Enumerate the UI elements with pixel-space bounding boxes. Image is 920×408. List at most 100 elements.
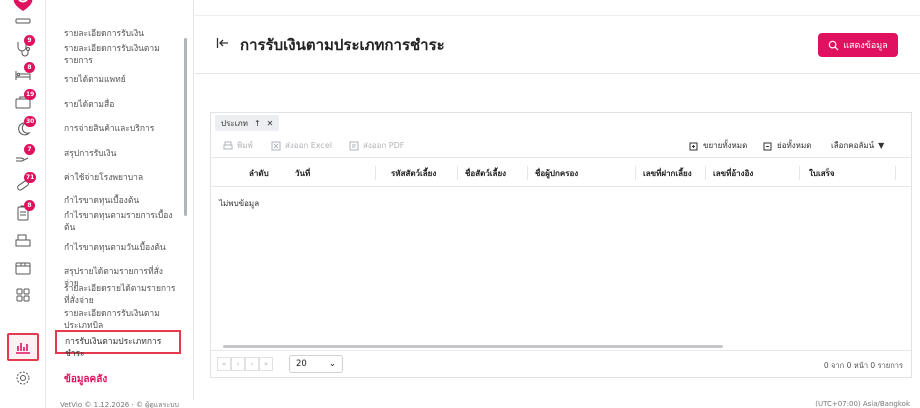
export-excel-label: ส่งออก Excel	[285, 141, 332, 150]
column-header-receipt[interactable]: ใบเสร็จ	[809, 158, 835, 188]
data-grid: ประเภท ↑ ✕ พิมพ์ ส่งออก Excel ส่งออก PDF…	[210, 112, 912, 378]
submenu-item[interactable]: รายละเอียดการรับเงินตามประเภทบิล	[64, 308, 176, 332]
collapse-all-label: ย่อทั้งหมด	[777, 141, 812, 150]
rail-item-bed[interactable]: 8	[8, 62, 38, 88]
rail-item-report-chart[interactable]	[7, 333, 39, 361]
expand-all-button[interactable]: ขยายทั้งหมด	[689, 139, 747, 152]
notification-badge: 9	[24, 35, 35, 46]
app-version: VetVio © 1.12.2026 · © ผู้ดูแลระบบ	[60, 401, 179, 408]
submenu-item[interactable]: ค่าใช้จ่ายโรงพยาบาล	[64, 172, 176, 184]
submenu-item[interactable]: กำไรขาดทุนตามรายการเบื้องต้น	[64, 210, 176, 234]
table-header: ลำดับ วันที่ รหัสสัตว์เลี้ยง ชื่อสัตว์เล…	[211, 157, 911, 187]
choose-columns-label: เลือกคอลัมน์	[831, 141, 875, 150]
notification-badge: 7	[24, 144, 35, 155]
column-divider	[635, 166, 636, 180]
export-pdf-label: ส่งออก PDF	[363, 141, 405, 150]
rail-item-hand[interactable]: 7	[8, 144, 38, 170]
horizontal-scrollbar[interactable]	[223, 345, 723, 348]
column-header-index[interactable]: ลำดับ	[249, 158, 269, 188]
export-pdf-button[interactable]: ส่งออก PDF	[349, 139, 404, 152]
submenu-item[interactable]: สรุปการรับเงิน	[64, 148, 176, 160]
column-divider	[457, 166, 458, 180]
column-divider	[527, 166, 528, 180]
notification-badge: 71	[24, 172, 37, 183]
excel-icon	[271, 141, 281, 150]
page-info: 0 จาก 0 หน้า 0 รายการ	[823, 361, 903, 370]
notification-badge: 8	[24, 62, 35, 73]
empty-state-message: ไม่พบข้อมูล	[219, 199, 260, 208]
pagination-bar: « ‹ › » 20 ⌄ 0 จาก 0 หน้า 0 รายการ	[210, 350, 912, 378]
page-size-value: 20	[296, 359, 307, 369]
tooth-icon	[15, 18, 31, 24]
prev-page-icon[interactable]: ‹	[231, 357, 245, 371]
show-data-button[interactable]: แสดงข้อมูล	[818, 33, 898, 57]
submenu-item[interactable]: รายได้ตามสื่อ	[64, 99, 176, 111]
submenu-item[interactable]: การจ่ายสินค้าและบริการ	[64, 123, 176, 135]
box-icon	[15, 262, 31, 275]
collapse-icon	[763, 142, 772, 150]
column-header-pet-code[interactable]: รหัสสัตว์เลี้ยง	[391, 158, 436, 188]
icon-rail: 9 8 19 30 7 71 8	[0, 0, 46, 408]
menu-section-title[interactable]: ข้อมูลคลัง	[64, 372, 107, 387]
submenu-item[interactable]: รายละเอียดการรับเงิน	[64, 28, 176, 40]
notification-badge: 30	[24, 116, 37, 127]
column-header-date[interactable]: วันที่	[295, 158, 310, 188]
page-title: การรับเงินตามประเภทการชำระ	[240, 36, 445, 54]
status-bar: VetVio © 1.12.2026 · © ผู้ดูแลระบบ (UTC+…	[46, 400, 920, 408]
rail-item-register[interactable]	[8, 227, 38, 253]
submenu-item[interactable]: กำไรขาดทุนตามวันเบื้องต้น	[64, 242, 176, 254]
choose-columns-button[interactable]: เลือกคอลัมน์ ▼	[831, 139, 884, 152]
submenu-item[interactable]: กำไรขาดทุนเบื้องต้น	[64, 195, 176, 207]
register-icon	[15, 234, 31, 247]
last-page-icon[interactable]: »	[259, 357, 273, 371]
caret-down-icon: ▼	[878, 141, 885, 150]
rail-item-briefcase[interactable]: 19	[8, 89, 38, 115]
report-submenu: รายละเอียดการรับเงินรายละเอียดการรับเงิน…	[46, 0, 194, 408]
submenu-item[interactable]: รายได้ตามแพทย์	[64, 74, 176, 86]
rail-item-grid[interactable]	[8, 282, 38, 308]
print-button[interactable]: พิมพ์	[223, 139, 253, 152]
sort-ascending-icon[interactable]: ↑	[254, 119, 261, 128]
group-chip-type[interactable]: ประเภท ↑ ✕	[215, 115, 280, 131]
remove-group-icon[interactable]: ✕	[267, 119, 274, 128]
pdf-icon	[349, 141, 359, 150]
column-divider	[799, 166, 800, 180]
print-label: พิมพ์	[237, 141, 253, 150]
grid-toolbar: พิมพ์ ส่งออก Excel ส่งออก PDF ขยายทั้งหม…	[211, 135, 911, 157]
column-header-reference-no[interactable]: เลขที่อ้างอิง	[713, 158, 753, 188]
notification-badge: 19	[24, 89, 37, 100]
rail-item-tooth[interactable]	[8, 8, 38, 34]
page-size-select[interactable]: 20 ⌄	[289, 355, 343, 373]
rail-item-moon[interactable]: 30	[8, 116, 38, 142]
rail-item-pill[interactable]: 71	[8, 172, 38, 198]
export-excel-button[interactable]: ส่งออก Excel	[271, 139, 332, 152]
next-page-icon[interactable]: ›	[245, 357, 259, 371]
rail-item-box[interactable]	[8, 254, 38, 280]
rail-item-clipboard[interactable]: 8	[8, 200, 38, 226]
chevron-down-icon: ⌄	[328, 359, 336, 369]
report-chart-icon	[16, 343, 30, 354]
group-panel: ประเภท ↑ ✕	[211, 113, 911, 133]
main-panel: การรับเงินตามประเภทการชำระ แสดงข้อมูล ปร…	[194, 16, 920, 408]
notification-badge: 8	[24, 200, 35, 211]
collapse-all-button[interactable]: ย่อทั้งหมด	[763, 139, 811, 152]
group-chip-label: ประเภท	[221, 118, 248, 128]
submenu-item[interactable]: การรับเงินตามประเภทการชำระ	[55, 330, 181, 359]
rail-item-stethoscope[interactable]: 9	[8, 35, 38, 61]
first-page-icon[interactable]: «	[217, 357, 231, 371]
grid-icon	[16, 288, 30, 302]
pager-buttons: « ‹ › »	[217, 357, 273, 371]
submenu-scrollbar[interactable]	[184, 38, 187, 216]
top-bar	[194, 0, 920, 16]
submenu-item[interactable]: รายละเอียดรายได้ตามรายการที่สั่งจ่าย	[64, 283, 176, 307]
page-header: การรับเงินตามประเภทการชำระ แสดงข้อมูล	[194, 16, 920, 74]
collapse-left-icon[interactable]	[216, 36, 230, 50]
column-divider	[895, 166, 896, 180]
submenu-item[interactable]: รายละเอียดการรับเงินตามรายการ	[64, 43, 176, 67]
search-icon	[828, 40, 839, 51]
column-header-boarding-no[interactable]: เลขที่ฝากเลี้ยง	[643, 158, 695, 188]
column-header-pet-name[interactable]: ชื่อสัตว์เลี้ยง	[465, 158, 506, 188]
column-header-owner-name[interactable]: ชื่อผู้ปกครอง	[535, 158, 578, 188]
column-divider	[375, 166, 376, 180]
rail-item-settings[interactable]	[8, 365, 38, 391]
